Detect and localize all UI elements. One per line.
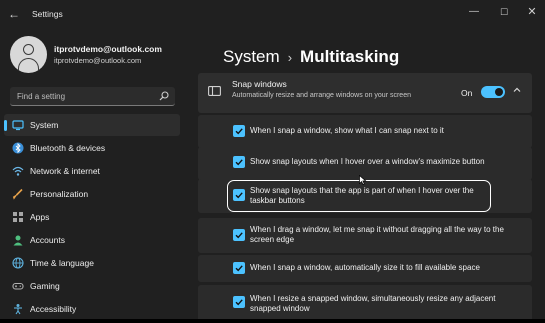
brush-icon [12, 188, 23, 200]
wifi-icon [12, 166, 24, 176]
bluetooth-icon [12, 142, 24, 154]
option-label: When I resize a snapped window, simultan… [250, 294, 496, 313]
option-checkbox[interactable] [233, 296, 245, 308]
chevron-up-icon[interactable] [512, 85, 522, 95]
snap-windows-description: Automatically resize and arrange windows… [232, 92, 411, 99]
option-label: When I drag a window, let me snap it wit… [250, 225, 504, 244]
mouse-pointer-icon [359, 175, 367, 185]
minimize-button[interactable]: — [460, 4, 488, 20]
sidebar-item-label: Personalization [30, 189, 89, 199]
snap-windows-toggle[interactable] [481, 86, 505, 98]
back-arrow-icon[interactable]: ← [6, 6, 22, 22]
sidebar-item-apps[interactable]: Apps [4, 206, 180, 228]
option-checkbox[interactable] [233, 262, 245, 274]
selection-indicator [4, 120, 7, 131]
avatar-body-shape [18, 58, 39, 72]
option-checkbox[interactable] [233, 156, 245, 168]
sidebar: itprotvdemo@outlook.com itprotvdemo@outl… [0, 28, 190, 323]
account-email: itprotvdemo@outlook.com [54, 56, 142, 65]
checkmark-icon [235, 265, 243, 272]
bottom-edge [0, 319, 545, 323]
avatar[interactable] [10, 36, 47, 73]
search-box[interactable] [10, 87, 175, 106]
title-bar: ← Settings — ☐ ✕ [0, 0, 545, 28]
close-button[interactable]: ✕ [518, 4, 545, 20]
sidebar-item-network[interactable]: Network & internet [4, 160, 180, 182]
sidebar-item-personalization[interactable]: Personalization [4, 183, 180, 205]
page-title: Multitasking [300, 47, 400, 66]
sidebar-item-accounts[interactable]: Accounts [4, 229, 180, 251]
gamepad-icon [12, 282, 24, 290]
sidebar-item-label: Network & internet [30, 166, 100, 176]
sidebar-item-gaming[interactable]: Gaming [4, 275, 180, 297]
checkmark-icon [235, 128, 243, 135]
search-input[interactable] [10, 87, 155, 105]
snap-windows-icon [208, 86, 221, 96]
sidebar-item-label: Accounts [30, 235, 65, 245]
sidebar-item-bluetooth[interactable]: Bluetooth & devices [4, 137, 180, 159]
sidebar-item-time-language[interactable]: Time & language [4, 252, 180, 274]
account-name: itprotvdemo@outlook.com [54, 44, 162, 54]
app-title: Settings [32, 9, 63, 19]
avatar-head-shape [23, 44, 34, 55]
option-label: When I snap a window, show what I can sn… [250, 126, 444, 135]
option-row: When I snap a window, automatically size… [198, 255, 532, 282]
breadcrumb-separator: › [287, 50, 293, 65]
sidebar-item-label: Accessibility [30, 304, 77, 314]
checkmark-icon [235, 299, 243, 306]
sidebar-item-label: Bluetooth & devices [30, 143, 106, 153]
option-row: When I resize a snapped window, simultan… [198, 285, 532, 323]
option-checkbox[interactable] [233, 229, 245, 241]
option-row: When I drag a window, let me snap it wit… [198, 218, 532, 253]
sidebar-item-label: Time & language [30, 258, 94, 268]
sidebar-item-system[interactable]: System [4, 114, 180, 136]
maximize-button[interactable]: ☐ [490, 4, 518, 20]
sidebar-item-label: Apps [30, 212, 50, 222]
apps-icon [13, 212, 23, 222]
sidebar-item-label: System [30, 120, 59, 130]
snap-windows-card[interactable]: Snap windows Automatically resize and ar… [198, 73, 532, 113]
globe-icon [12, 257, 24, 269]
snap-windows-title: Snap windows [232, 79, 287, 89]
settings-window: ← Settings — ☐ ✕ itprotvdemo@outlook.com… [0, 0, 545, 323]
option-checkbox[interactable] [233, 125, 245, 137]
option-row: When I snap a window, show what I can sn… [198, 115, 532, 148]
sidebar-item-accessibility[interactable]: Accessibility [4, 298, 180, 320]
sidebar-item-label: Gaming [30, 281, 60, 291]
toggle-knob [495, 88, 503, 96]
breadcrumb-parent[interactable]: System [223, 47, 280, 66]
search-icon[interactable] [159, 91, 169, 101]
accessibility-icon [14, 304, 22, 315]
checkmark-icon [235, 232, 243, 239]
option-label: When I snap a window, automatically size… [250, 263, 480, 272]
breadcrumb: System › Multitasking [223, 47, 399, 67]
option-label: Show snap layouts when I hover over a wi… [250, 157, 485, 166]
system-icon [12, 120, 24, 131]
toggle-state-label: On [461, 88, 473, 98]
checkmark-icon [235, 159, 243, 166]
person-icon [13, 235, 23, 246]
